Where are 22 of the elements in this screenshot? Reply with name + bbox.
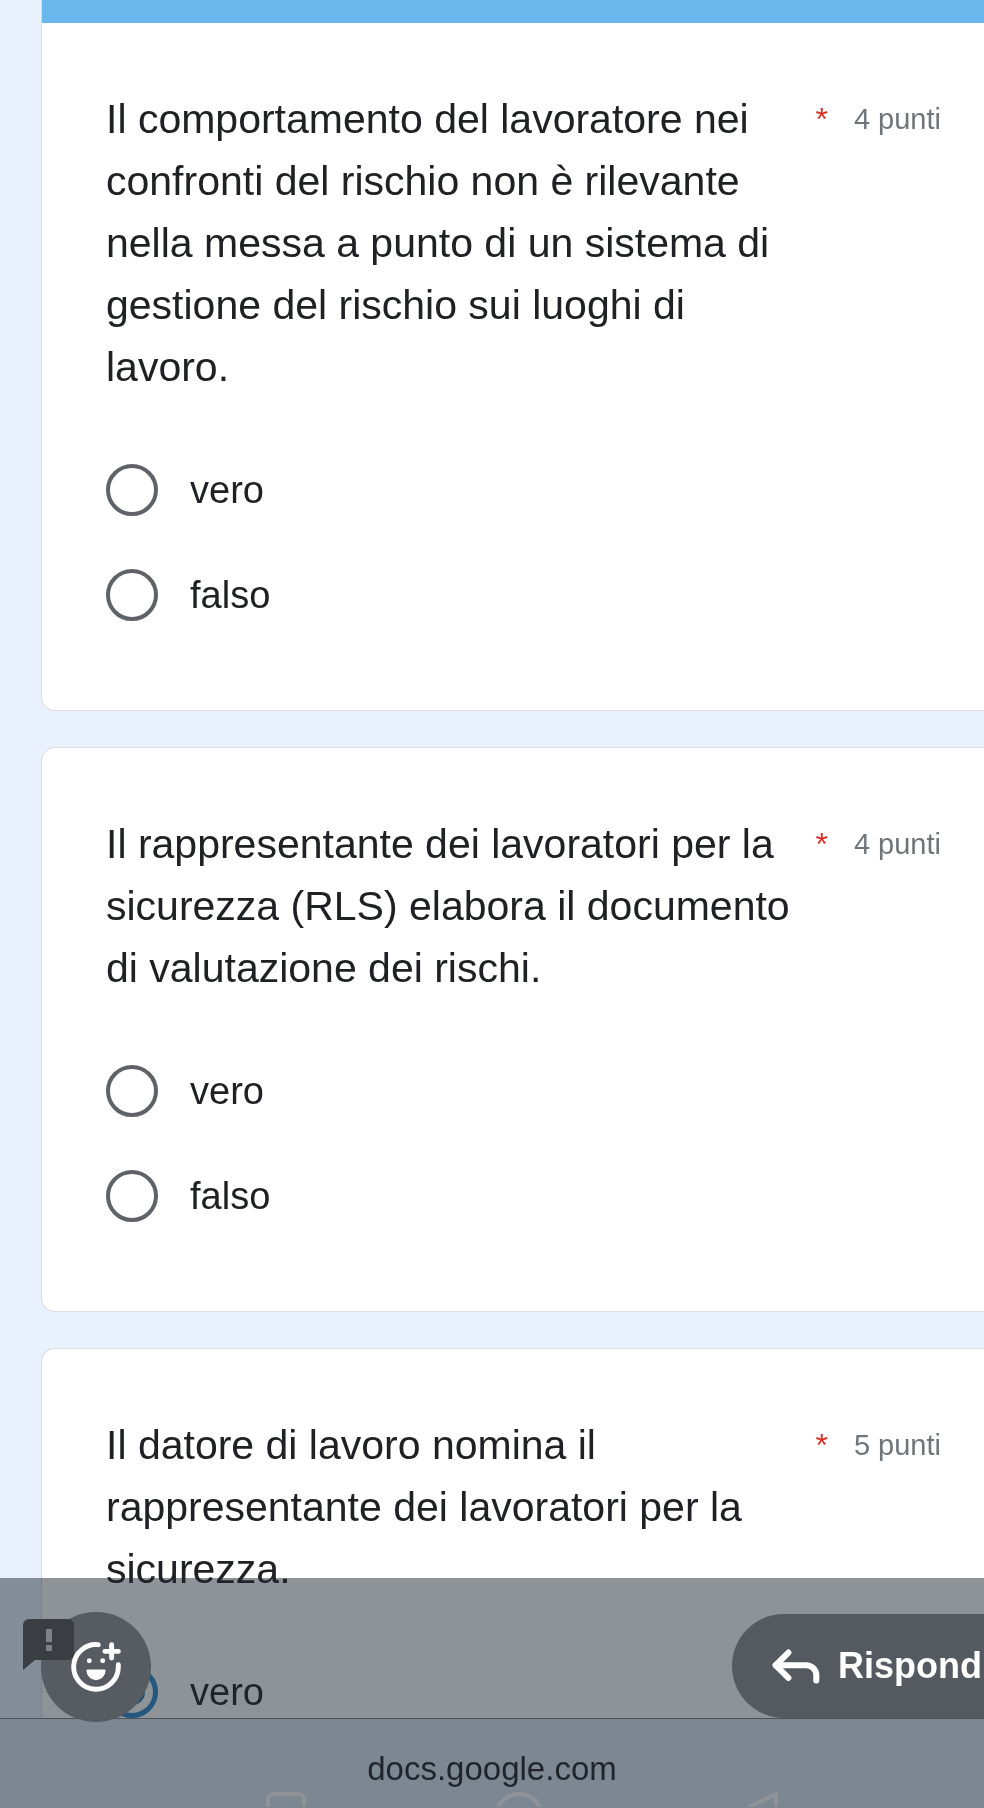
smiley-plus-icon <box>71 1642 121 1692</box>
radio-button[interactable] <box>106 464 158 516</box>
question-text: Il rappresentante dei lavoratori per la sicurezza (RLS) elabora il documento di valutazione dei rischi. <box>106 820 791 993</box>
required-mark: * <box>815 100 828 139</box>
question-text: Il comportamento del lavoratore nei confronti del rischio non è rilevante nella messa a punto di un sistema di gestione del rischio sui luoghi di lavoro. <box>106 95 771 392</box>
points-label: 4 punti <box>853 827 941 862</box>
option-label: vero <box>190 1670 264 1715</box>
radio-button[interactable] <box>106 1065 158 1117</box>
option-label: vero <box>190 1069 264 1114</box>
option-label: vero <box>190 468 264 513</box>
reply-button[interactable]: Rispond <box>732 1614 984 1718</box>
alert-bubble-icon[interactable] <box>23 1619 74 1670</box>
option-label: falso <box>190 1174 271 1219</box>
url-text: docs.google.com <box>367 1749 617 1789</box>
required-mark: * <box>815 825 828 864</box>
points-label: 5 punti <box>853 1428 941 1463</box>
radio-button[interactable] <box>106 569 158 621</box>
question-text: Il datore di lavoro nomina il rappresentante dei lavoratori per la sicurezza. <box>106 1421 743 1594</box>
radio-button[interactable] <box>106 1170 158 1222</box>
option-label: falso <box>190 573 271 618</box>
required-mark: * <box>815 1426 828 1465</box>
points-label: 4 punti <box>853 102 941 137</box>
